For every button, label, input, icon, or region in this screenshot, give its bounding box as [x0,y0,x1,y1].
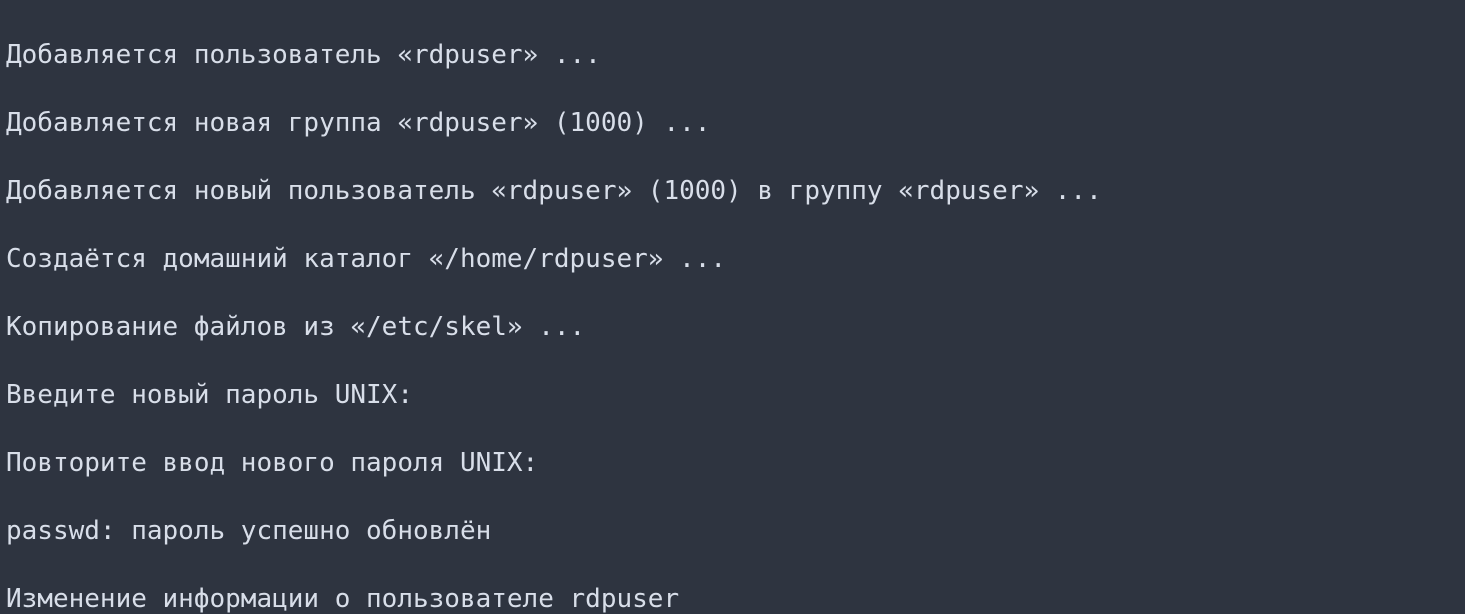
output-line: Добавляется новый пользователь «rdpuser»… [6,174,1459,208]
output-line: Копирование файлов из «/etc/skel» ... [6,310,1459,344]
output-line: Создаётся домашний каталог «/home/rdpuse… [6,242,1459,276]
password-repeat-prompt: Повторите ввод нового пароля UNIX: [6,446,1459,480]
output-line: Добавляется новая группа «rdpuser» (1000… [6,106,1459,140]
output-line: Добавляется пользователь «rdpuser» ... [6,38,1459,72]
output-line: Изменение информации о пользователе rdpu… [6,582,1459,614]
password-prompt: Введите новый пароль UNIX: [6,378,1459,412]
output-line: passwd: пароль успешно обновлён [6,514,1459,548]
terminal-output[interactable]: Добавляется пользователь «rdpuser» ... Д… [0,0,1465,614]
